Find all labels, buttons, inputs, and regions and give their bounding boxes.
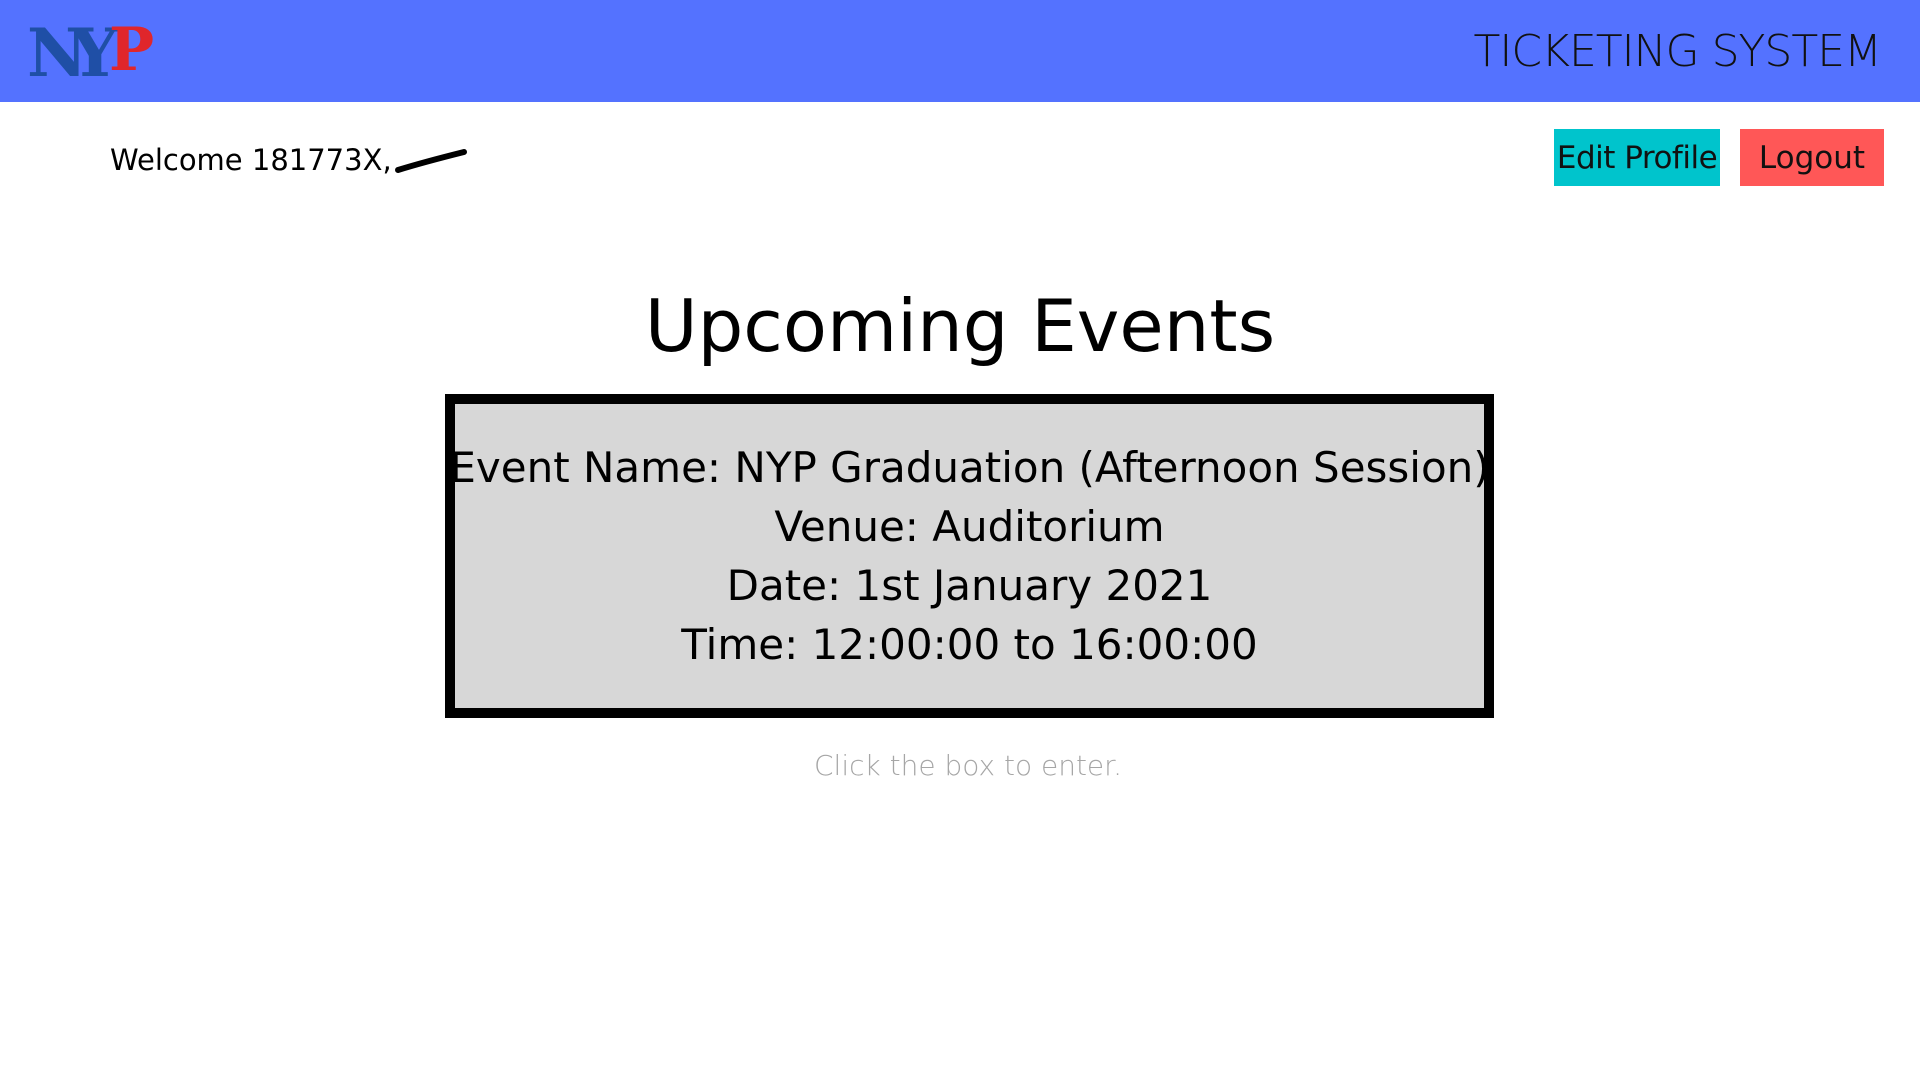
nyp-logo[interactable]: N Y P <box>27 18 155 84</box>
system-title: TICKETING SYSTEM <box>1473 26 1882 77</box>
redaction-scribble <box>394 149 467 173</box>
logout-button[interactable]: Logout <box>1740 129 1884 186</box>
event-time: Time: 12:00:00 to 16:00:00 <box>681 620 1258 669</box>
svg-text:P: P <box>109 18 154 84</box>
welcome-text: Welcome 181773X, <box>110 143 392 177</box>
page-title: Upcoming Events <box>644 284 1276 368</box>
welcome-message: Welcome 181773X, <box>110 140 468 180</box>
event-card[interactable]: Event Name: NYP Graduation (Afternoon Se… <box>445 394 1494 718</box>
enter-hint: Click the box to enter. <box>813 749 1122 782</box>
event-name: Event Name: NYP Graduation (Afternoon Se… <box>449 443 1490 492</box>
event-date: Date: 1st January 2021 <box>726 561 1213 610</box>
event-venue: Venue: Auditorium <box>774 502 1165 551</box>
app-header: N Y P TICKETING SYSTEM <box>0 0 1920 102</box>
edit-profile-button[interactable]: Edit Profile <box>1554 129 1720 186</box>
